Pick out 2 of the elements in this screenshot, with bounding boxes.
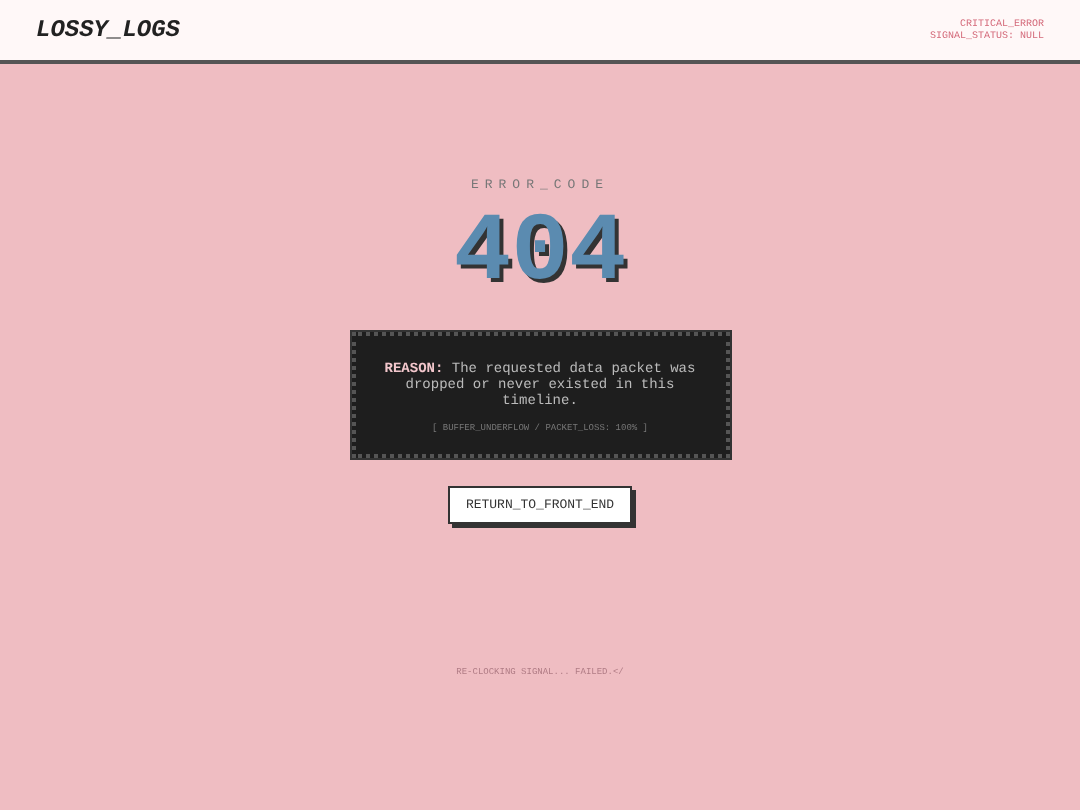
error-code: 404 <box>453 200 627 308</box>
logo[interactable]: LOSSY_LOGS <box>36 16 181 44</box>
